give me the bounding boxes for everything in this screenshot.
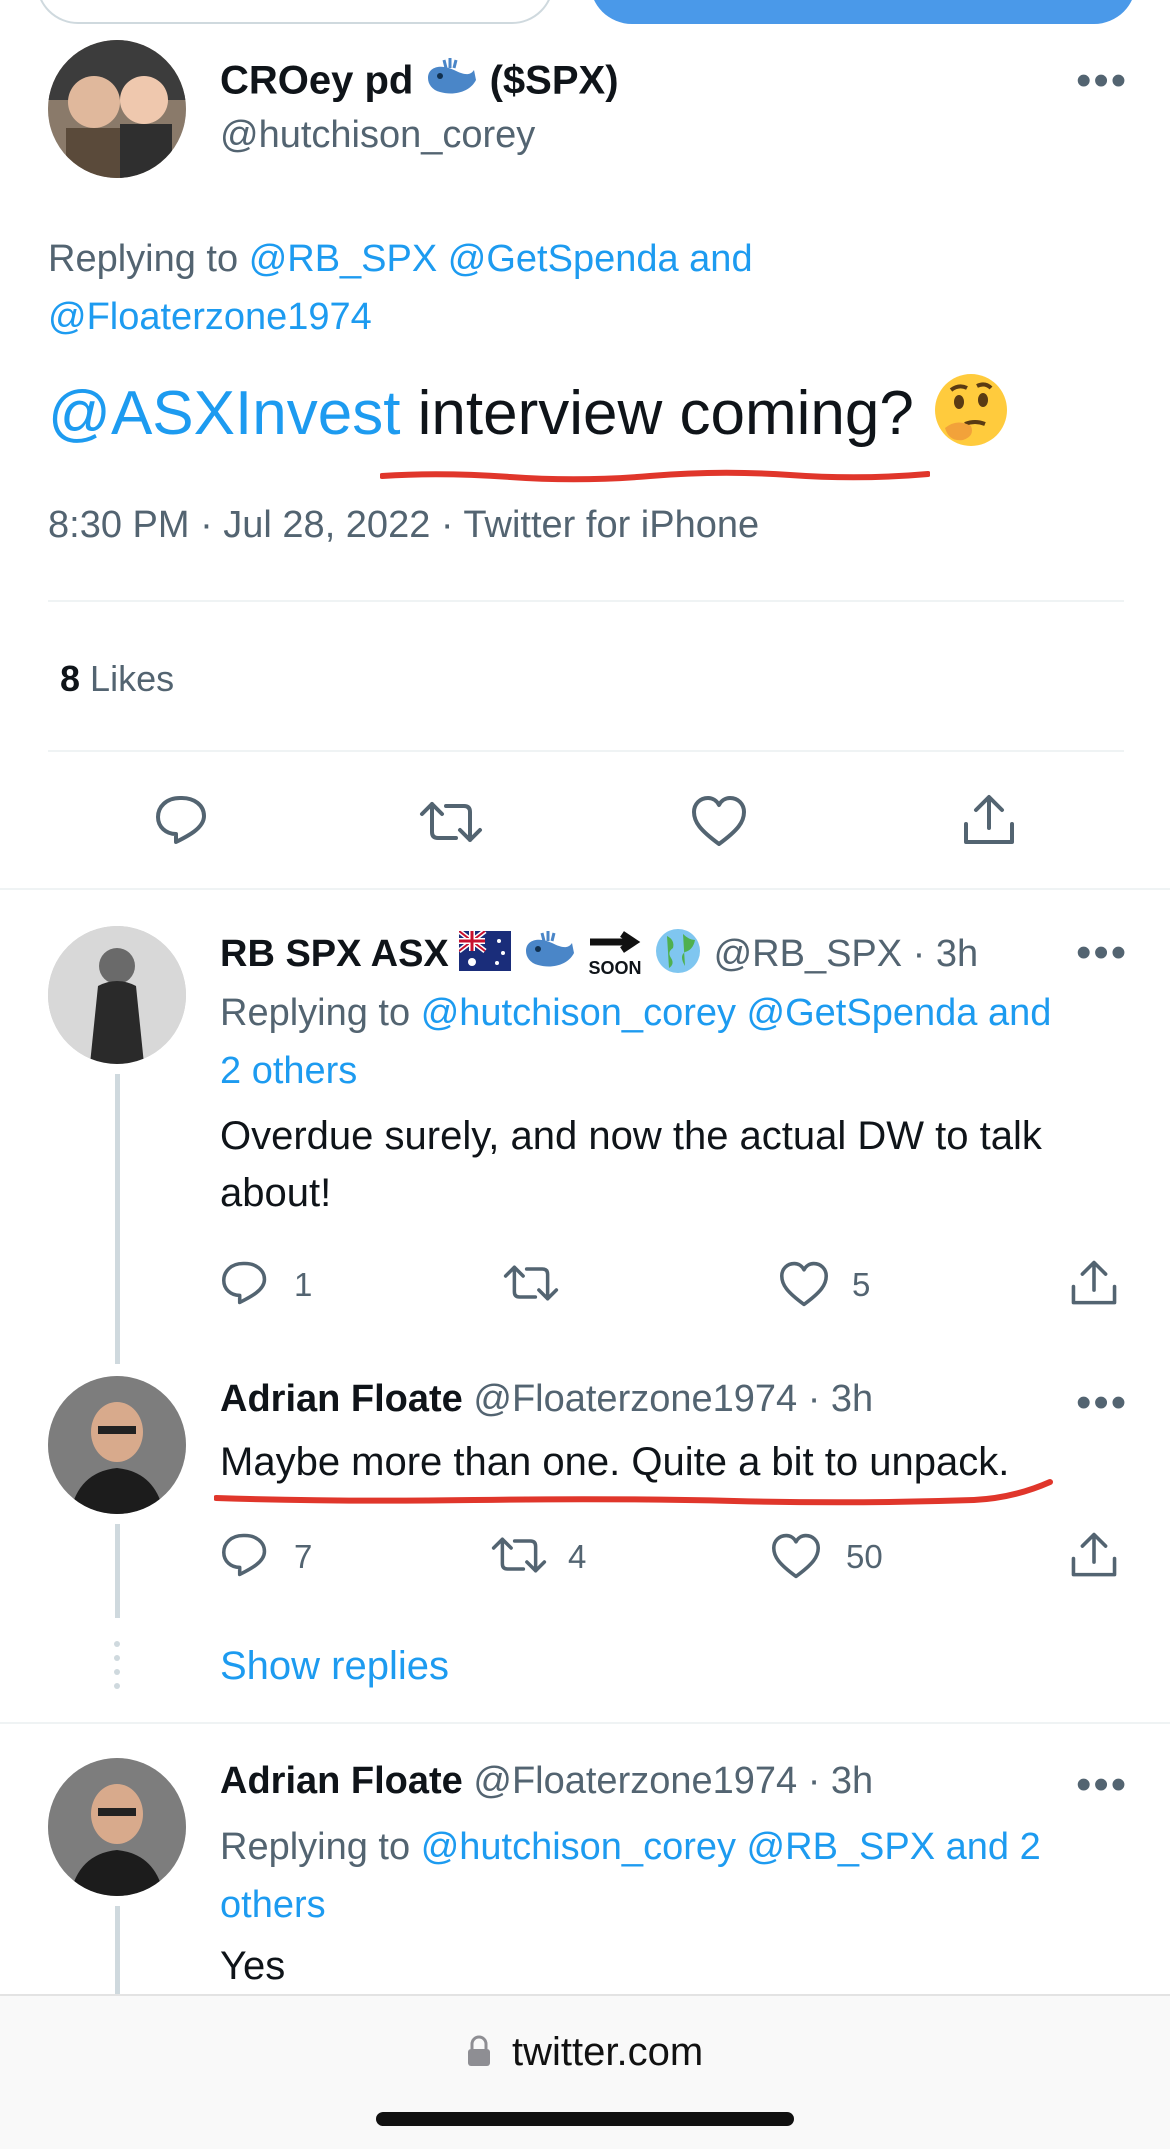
whale-icon [522,929,576,983]
replying-prefix: Replying to [220,992,411,1034]
replying-links-2[interactable]: @Floaterzone1974 [48,296,372,338]
reply-icon[interactable] [154,794,210,846]
reply-header[interactable]: Adrian Floate @Floaterzone1974 · 3h [220,1760,873,1803]
url-text: twitter.com [511,2030,704,2074]
replying-to: Replying to @RB_SPX @GetSpenda and @Floa… [48,230,1128,346]
soon-arrow-icon: SOON [586,928,642,984]
share-icon[interactable] [1068,1530,1120,1580]
top-primary-button[interactable] [590,0,1136,24]
retweet-icon[interactable] [418,798,484,846]
reply-count: 1 [294,1266,313,1303]
more-options-icon[interactable]: ••• [1076,1763,1128,1807]
likes-label: Likes [90,658,175,699]
reply-header[interactable]: RB SPX ASX SOON @RB_SPX · 3h [220,926,978,986]
retweet-icon[interactable] [490,1534,548,1576]
author-handle[interactable]: @hutchison_corey [220,114,535,157]
reply-body: Yes [220,1944,285,1989]
replying-to: Replying to @hutchison_corey @RB_SPX and… [220,1818,1150,1934]
avatar[interactable] [48,1758,186,1896]
reply-icon[interactable] [220,1532,270,1578]
reply-text-line1: Overdue surely, and now the actual DW to… [220,1114,1042,1158]
soon-badge: SOON [588,958,642,978]
thread-line [115,1906,120,2006]
reply-text-line2: about! [220,1171,332,1215]
replying-links-2[interactable]: others [220,1884,326,1926]
retweet-icon[interactable] [502,1262,560,1304]
display-name: Adrian Floate [220,1378,463,1420]
tweet-timestamp[interactable]: 8:30 PM · Jul 28, 2022 · Twitter for iPh… [48,504,759,547]
like-icon[interactable] [778,1260,830,1308]
handle-time: @Floaterzone1974 · 3h [473,1760,874,1802]
browser-bottom-bar: twitter.com [0,1994,1170,2149]
reply-count: 7 [294,1538,313,1575]
divider [48,750,1124,752]
avatar[interactable] [48,40,186,178]
like-count: 5 [852,1266,871,1303]
like-count: 50 [846,1538,883,1575]
avatar[interactable] [48,926,186,1064]
replying-links[interactable]: @hutchison_corey @RB_SPX and 2 [421,1826,1041,1868]
home-indicator [376,2112,794,2126]
reply-text-line1: Yes [220,1944,286,1988]
reply-icon[interactable] [220,1260,270,1306]
red-underline-annotation [379,468,931,489]
thread-dots [113,1640,121,1692]
top-outline-button[interactable] [36,0,554,24]
replying-prefix: Replying to [48,238,239,280]
more-options-icon[interactable]: ••• [1076,931,1128,975]
replying-prefix: Replying to [220,1826,411,1868]
address-bar[interactable]: twitter.com [0,2030,1170,2077]
replying-to: Replying to @hutchison_corey @GetSpenda … [220,984,1150,1100]
thinking-face-icon [931,370,1011,465]
thread-line [115,1074,120,1364]
divider [0,888,1170,890]
share-icon[interactable] [960,792,1018,848]
show-replies-link[interactable]: Show replies [220,1644,449,1689]
lock-icon [467,2032,491,2077]
reply-header[interactable]: Adrian Floate @Floaterzone1974 · 3h [220,1378,873,1421]
replying-links-2[interactable]: 2 others [220,1050,357,1092]
mention-link[interactable]: @ASXInvest [48,379,400,448]
tweet-text: interview coming? [417,378,914,448]
divider [0,1722,1170,1724]
avatar[interactable] [48,1376,186,1514]
share-icon[interactable] [1068,1258,1120,1308]
like-icon[interactable] [770,1532,822,1580]
reply-body: Overdue surely, and now the actual DW to… [220,1108,1150,1222]
display-name: CROey pd [220,58,414,103]
thread-line [115,1524,120,1618]
handle-time: @Floaterzone1974 · 3h [473,1378,874,1420]
replying-links[interactable]: @RB_SPX @GetSpenda and [249,238,753,280]
more-options-icon[interactable]: ••• [1076,59,1128,103]
like-icon[interactable] [690,794,748,848]
red-underline-annotation [213,1476,1054,1521]
author-name-row[interactable]: CROey pd ($SPX) [220,56,619,110]
globe-icon [653,926,703,986]
handle-time: @RB_SPX · 3h [713,933,979,976]
divider [48,600,1124,602]
name-suffix: ($SPX) [489,58,619,103]
more-options-icon[interactable]: ••• [1076,1381,1128,1425]
retweet-count: 4 [568,1538,587,1575]
likes-count: 8 [60,658,81,699]
likes-summary[interactable]: 8 Likes [60,658,174,700]
display-name: Adrian Floate [220,1760,463,1802]
tweet-body: @ASXInvest interview coming? [48,370,1011,465]
display-name: RB SPX ASX [220,933,449,976]
whale-icon [424,56,478,110]
australia-flag-icon [457,929,512,981]
replying-links[interactable]: @hutchison_corey @GetSpenda and [421,992,1052,1034]
